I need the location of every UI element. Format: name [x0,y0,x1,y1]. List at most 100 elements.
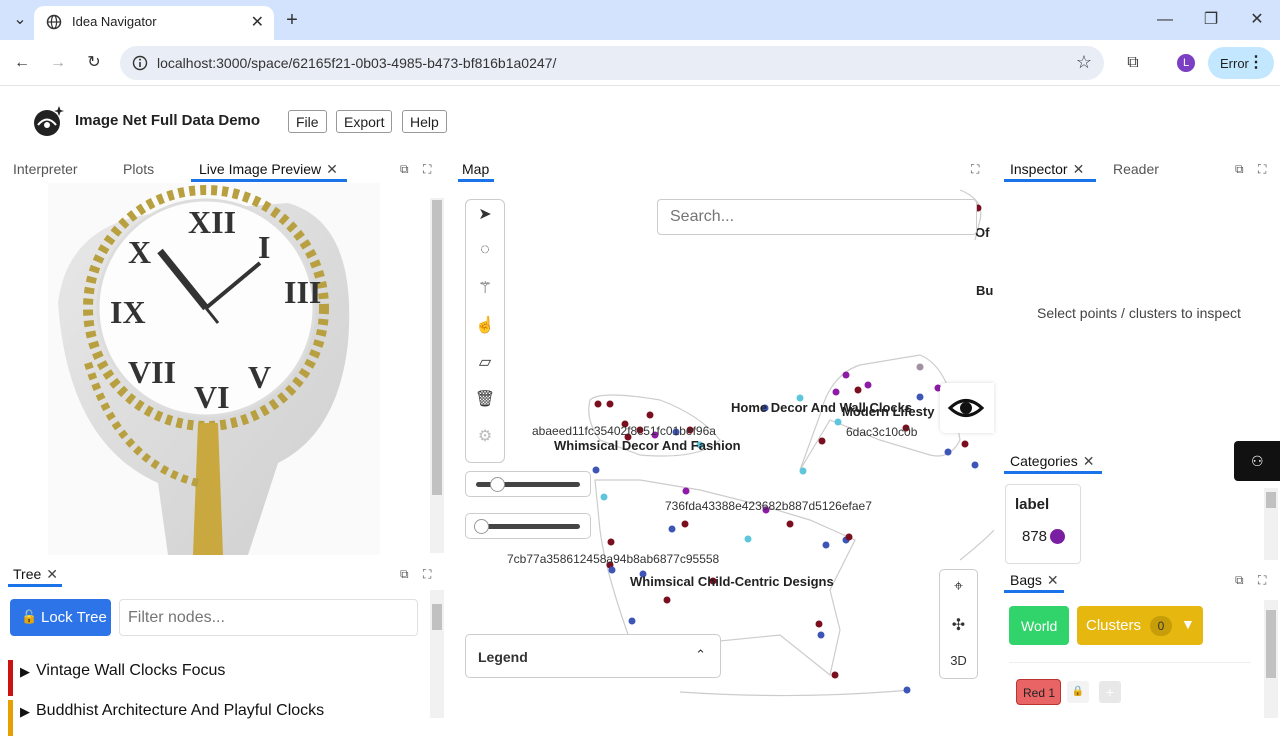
tab-inspector[interactable]: Inspector ✕ [1010,161,1084,178]
preview-scrollbar[interactable] [430,198,444,553]
bookmark-star-icon[interactable]: ☆ [1076,52,1092,73]
tab-bags[interactable]: Bags ✕ [1010,572,1059,589]
svg-text:VI: VI [194,379,230,415]
bags-scrollbar[interactable] [1264,600,1278,718]
inspector-empty-text: Select points / clusters to inspect [1037,305,1241,321]
hand-pointer-icon[interactable]: ☝ [466,315,504,345]
navigate-arrow-icon[interactable]: ➤ [466,204,504,234]
cluster-label[interactable]: Bu [976,283,993,298]
maximize-icon[interactable]: ⛶ [423,162,431,177]
bags-scroll-thumb[interactable] [1266,610,1276,678]
minimize-icon[interactable]: — [1153,8,1177,32]
close-icon[interactable]: ✕ [1047,572,1059,588]
filter-nodes-input[interactable] [119,599,418,636]
red-bag-button[interactable]: Red 1 [1016,679,1061,705]
expand-triangle-icon[interactable]: ▶ [20,704,30,720]
tab-plots[interactable]: Plots [123,161,154,177]
reload-icon[interactable]: ↻ [82,51,106,75]
maximize-icon[interactable]: ⛶ [1258,573,1266,588]
point-hash-label[interactable]: 736fda43388e423682b887d5126efae7 [665,499,872,513]
preview-scroll-thumb[interactable] [432,200,442,495]
close-tab-icon[interactable]: ✕ [251,12,264,32]
point-hash-label[interactable]: 7cb77a358612458a94b8ab6877c95558 [507,552,719,566]
close-icon[interactable]: ✕ [1073,161,1085,177]
tree-scrollbar[interactable] [430,590,444,718]
tree-item[interactable]: ▶ Buddhist Architecture And Playful Cloc… [8,700,418,736]
popout-icon[interactable]: ⧉ [1235,573,1244,588]
svg-text:X: X [128,234,151,270]
maximize-icon[interactable]: ⛶ [1258,162,1266,177]
app-logo-icon [34,106,64,136]
window-close-icon[interactable]: ✕ [1245,8,1269,32]
recenter-icon[interactable]: ⌖ [940,578,977,596]
tree-item[interactable]: ▶ Vintage Wall Clocks Focus [8,660,418,696]
category-color-dot [1050,529,1065,544]
point-hash-label[interactable]: 6dac3c10c0b [846,425,917,439]
chevron-up-icon[interactable]: ⌃ [695,647,706,663]
help-menu-button[interactable]: Help [402,110,447,133]
categories-scrollbar[interactable] [1264,488,1278,560]
maximize-icon[interactable]: ⛶ [423,567,431,582]
point-hash-label[interactable]: abaeed11fc35402f8c51fc01bef96a [532,424,716,438]
new-tab-icon[interactable]: + [280,8,304,32]
clusters-bag-button[interactable]: Clusters 0 ▼ [1077,606,1203,645]
restore-icon[interactable]: ❐ [1199,8,1223,32]
live-image-preview: XII I III V VI VII IX X [48,183,380,555]
magic-wand-icon[interactable]: ⚚ [466,278,504,308]
sticky-note-icon[interactable]: ▱ [466,352,504,382]
tab-reader[interactable]: Reader [1113,161,1159,177]
category-value[interactable]: 878 [1022,528,1047,545]
lock-icon[interactable]: 🔒 [1067,681,1089,703]
tab-search-icon[interactable]: ⌄ [8,8,32,32]
caret-down-icon[interactable]: ▼ [1181,616,1195,632]
tab-categories[interactable]: Categories ✕ [1010,453,1094,470]
file-menu-button[interactable]: File [288,110,327,133]
maximize-icon[interactable]: ⛶ [971,162,979,177]
profile-avatar[interactable]: L [1177,54,1195,72]
slider-handle[interactable] [490,477,505,492]
point-size-slider[interactable] [465,471,591,497]
side-panel-button[interactable]: ⚇ [1234,441,1280,481]
tab-bags-label: Bags [1010,572,1042,588]
address-input[interactable]: localhost:3000/space/62165f21-0b03-4985-… [120,46,1104,80]
add-bag-icon[interactable]: + [1099,681,1121,703]
extensions-icon[interactable]: ⧉ [1121,51,1145,75]
cluster-label[interactable]: Whimsical Child-Centric Designs [630,574,834,589]
tree-scroll-thumb[interactable] [432,604,442,630]
visibility-toggle-button[interactable] [940,383,994,433]
map-search-input[interactable] [657,199,977,235]
close-icon[interactable]: ✕ [326,161,338,177]
opacity-slider[interactable] [465,513,591,539]
expand-triangle-icon[interactable]: ▶ [20,664,30,680]
lasso-icon[interactable]: ◌ [466,241,504,271]
world-bag-button[interactable]: World [1009,606,1069,645]
cluster-label[interactable]: Modern Lifesty [842,404,934,419]
graph-icon[interactable]: ✣ [940,615,977,635]
popout-icon[interactable]: ⧉ [1235,162,1244,177]
clusters-bag-label: Clusters [1086,617,1142,634]
cluster-label[interactable]: Of [975,225,989,240]
popout-icon[interactable]: ⧉ [400,162,409,177]
error-button[interactable]: Error ⋮ [1208,47,1274,79]
browser-tab[interactable]: Idea Navigator ✕ [34,6,274,40]
tab-map[interactable]: Map [462,161,489,177]
back-icon[interactable]: ← [10,51,34,75]
tab-tree[interactable]: Tree ✕ [13,566,58,583]
lock-tree-button[interactable]: 🔓 Lock Tree [10,599,111,636]
3d-toggle-button[interactable]: 3D [940,653,977,668]
trash-icon[interactable]: 🗑 [466,389,504,419]
slider-handle[interactable] [474,519,489,534]
tab-interpreter[interactable]: Interpreter [13,161,78,177]
close-icon[interactable]: ✕ [1083,453,1095,469]
categories-scroll-thumb[interactable] [1266,492,1276,508]
close-icon[interactable]: ✕ [46,566,58,582]
cluster-label[interactable]: Whimsical Decor And Fashion [554,438,741,453]
forward-icon[interactable]: → [46,51,70,75]
gear-icon[interactable]: ⚙ [466,426,504,456]
legend-panel[interactable]: Legend ⌃ [465,634,721,678]
globe-icon [46,14,62,30]
export-menu-button[interactable]: Export [336,110,393,133]
site-info-icon[interactable] [132,55,148,71]
popout-icon[interactable]: ⧉ [400,567,409,582]
tab-live-image-preview[interactable]: Live Image Preview ✕ [199,161,338,178]
